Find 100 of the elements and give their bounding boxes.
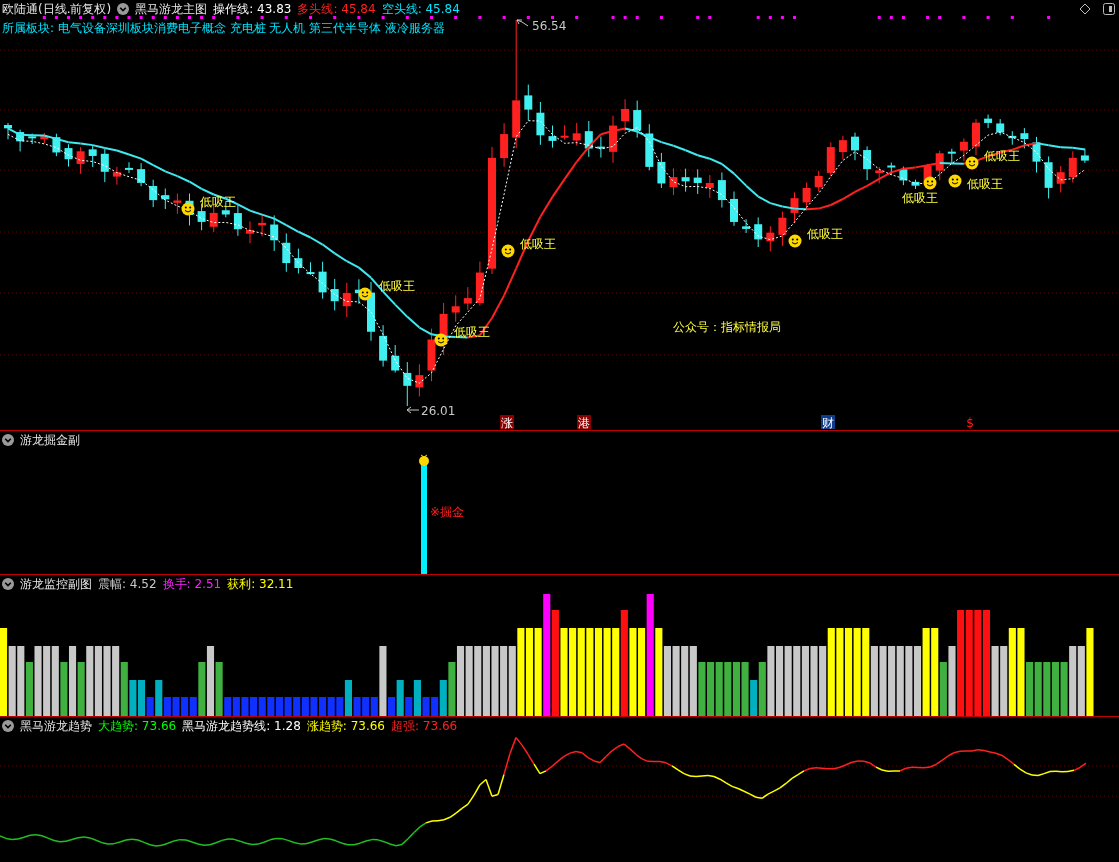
pane-title: 游龙掘金副 <box>20 432 80 448</box>
candlestick <box>40 132 49 144</box>
event-marker: 财 <box>821 415 835 430</box>
candlestick <box>64 143 73 168</box>
signal-label: 低吸王 <box>379 279 415 293</box>
candlestick <box>173 193 182 215</box>
legend-item: 大趋势: 73.66 <box>98 718 177 734</box>
candlestick <box>1068 150 1077 184</box>
candlestick <box>959 138 968 162</box>
candlestick <box>306 261 315 276</box>
candlestick <box>415 363 424 397</box>
candlestick <box>717 171 726 208</box>
candlestick <box>887 162 896 176</box>
candlestick <box>1044 155 1053 199</box>
signal-label: ※掘金 <box>430 505 465 519</box>
candlestick <box>875 166 884 184</box>
candlestick <box>330 278 339 311</box>
candlestick <box>633 100 642 139</box>
panel-toggle-icon[interactable] <box>1103 3 1115 15</box>
candlestick <box>463 286 472 311</box>
candlestick <box>52 133 61 157</box>
candlestick <box>851 132 859 161</box>
candlestick <box>548 125 557 149</box>
legend-item: 超强: 73.66 <box>391 718 458 734</box>
legend-item: 操作线: 43.83 <box>213 1 292 17</box>
event-marker: $ <box>966 416 974 430</box>
candlestick <box>972 118 980 156</box>
candlestick <box>802 182 811 211</box>
candlestick <box>28 133 37 145</box>
candlestick <box>560 124 569 141</box>
candlestick <box>524 84 533 121</box>
candlestick <box>246 220 254 244</box>
collapse-icon[interactable] <box>2 578 14 590</box>
legend-item: 多头线: 45.84 <box>297 1 376 17</box>
promo-text: 公众号：指标情报局 <box>673 320 781 334</box>
candlestick <box>754 216 763 248</box>
candlestick <box>427 328 436 382</box>
arrow-icon <box>406 406 420 414</box>
candlestick <box>814 170 823 192</box>
event-marker: 涨 <box>500 415 514 430</box>
candlestick <box>1056 165 1065 193</box>
candlestick <box>100 148 109 183</box>
signal-label: 低吸王 <box>902 191 938 205</box>
legend-item: 震幅: 4.52 <box>98 576 157 592</box>
candlestick <box>379 324 388 368</box>
candlestick <box>947 148 956 165</box>
candlestick <box>112 166 121 186</box>
leader-line <box>516 19 529 27</box>
sector-list: 所属板块: 电气设备深圳板块消费电子概念 充电桩 无人机 第三代半导体 液冷服务器 <box>0 18 448 38</box>
candlestick <box>1020 127 1029 149</box>
candlestick <box>705 174 714 199</box>
candlestick <box>76 146 85 175</box>
legend-item: 黑马游龙趋势线: 1.28 <box>182 718 301 734</box>
diamond-icon[interactable] <box>1079 3 1091 15</box>
candlestick <box>475 261 484 307</box>
candlestick <box>391 344 400 374</box>
candlestick <box>838 135 847 160</box>
candlestick <box>984 114 993 129</box>
candlestick <box>1032 136 1041 173</box>
candlestick <box>536 101 545 146</box>
collapse-icon[interactable] <box>117 3 130 15</box>
candlestick <box>258 213 267 237</box>
candlestick <box>1080 148 1089 164</box>
smiley-icon <box>965 156 979 170</box>
candlestick <box>669 167 678 196</box>
smiley-icon <box>181 202 195 216</box>
candlestick <box>657 152 666 189</box>
candlestick <box>645 123 654 171</box>
candlestick <box>996 118 1005 136</box>
candlestick <box>790 191 799 224</box>
pane-title: 游龙监控副图 <box>20 576 92 592</box>
high-price-label: 56.54 <box>532 19 567 33</box>
smiley-icon <box>788 234 802 248</box>
collapse-icon[interactable] <box>2 434 14 446</box>
legend-item: 空头线: 45.84 <box>381 1 460 17</box>
candlestick <box>4 122 12 140</box>
candlestick <box>742 218 751 234</box>
smiley-icon <box>358 287 372 301</box>
candlestick <box>161 188 170 210</box>
pane-title: 黑马游龙趋势 <box>20 718 92 734</box>
candlestick <box>935 150 944 181</box>
legend-item: 获利: 32.11 <box>227 576 294 592</box>
candlestick <box>766 225 775 252</box>
candlestick <box>572 122 581 146</box>
candlestick <box>730 191 738 227</box>
collapse-icon[interactable] <box>2 720 14 732</box>
candlestick <box>826 141 835 177</box>
candlestick <box>137 162 146 187</box>
candlestick <box>596 136 605 159</box>
signal-label: 低吸王 <box>807 227 843 241</box>
stock-title: 欧陆通(日线.前复权) <box>2 1 112 17</box>
candlestick <box>1008 130 1017 146</box>
candlestick <box>693 168 702 195</box>
candlestick <box>342 282 351 318</box>
candlestick <box>778 211 787 247</box>
candlestick <box>500 122 509 168</box>
money-bag-icon <box>419 454 429 466</box>
candlestick <box>609 115 617 164</box>
smiley-icon <box>434 333 448 347</box>
event-marker: 港 <box>577 415 591 430</box>
